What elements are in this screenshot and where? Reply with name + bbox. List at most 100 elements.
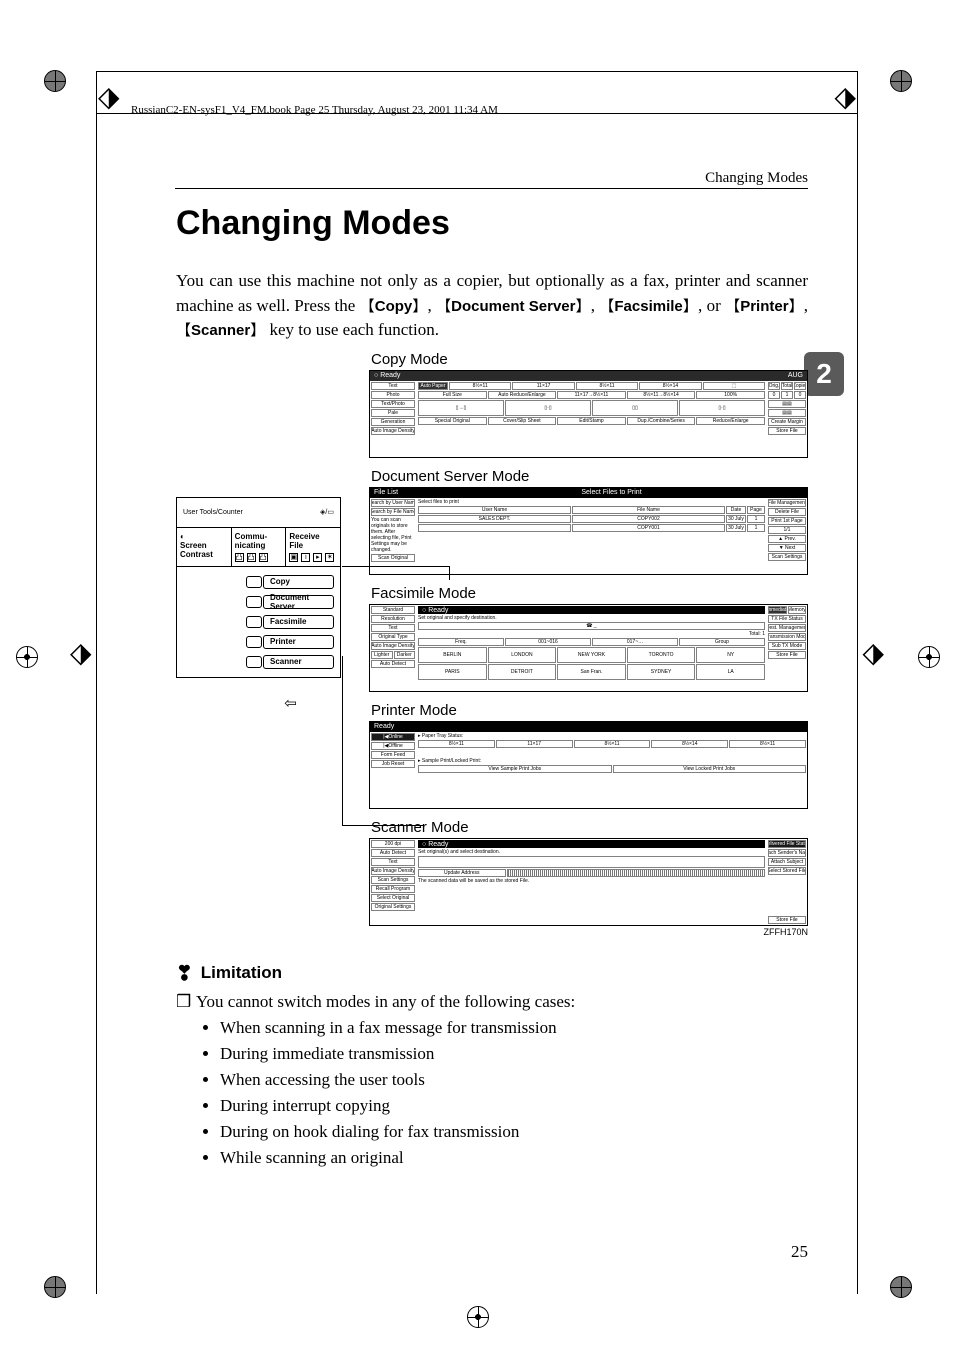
copy-side-3: Pale [371,409,415,417]
copy-side-1: Photo [371,391,415,399]
sc-ready: Ready [428,841,448,848]
control-panel-buttons: Copy Document Server Facsimile Printer S… [177,567,340,677]
copy-th2: ▯·▯ [505,400,591,416]
fax-mode-block: Facsimile Mode Standard Resolution Text … [369,585,808,692]
ch2: Copies [794,382,806,390]
keycap-printer: Printer [725,298,804,315]
arrow-mark-mr: ⬗ [862,640,884,668]
copy-mode-block: Copy Mode ○ ReadyAUG Text Photo Text/Pho… [369,351,808,458]
ds-r13: 1 [747,524,765,532]
fk3: TORONTO [627,647,696,663]
printer-mode-title: Printer Mode [371,702,808,719]
ds-s2: Search by File Name [371,508,415,516]
screen-label-b: Contrast [180,550,213,559]
diamond-key-icon: ◈/▭ [320,508,334,516]
ds-r01: COPY002 [572,515,725,523]
ds-c2: Date [726,506,746,514]
copy-side-5: Auto Image Density [371,427,415,435]
panel-btn-scanner[interactable]: Scanner [263,655,334,669]
cb3: Dup./Combine/Series [627,417,696,425]
copy-tray-3: 8½×14 [639,382,701,390]
keycap-facsimile: Facsimile [599,298,698,315]
screen-contrast-cell: ◐ Screen Contrast [177,528,232,566]
panel-btn-copy[interactable]: Copy [263,575,334,589]
page-title: Changing Modes [176,204,808,243]
bypass-icon: ⬚ [703,382,765,390]
ds-r00: SALES DEPT. [418,515,571,523]
fax-imm: Immediate [768,606,787,614]
screen-label-a: Screen [180,541,207,550]
case-4: During on hook dialing for fax transmiss… [220,1122,808,1142]
prb1: View Locked Print Jobs [613,765,807,773]
fk2: NEW YORK [557,647,626,663]
control-panel-mid: ◐ Screen Contrast Commu- nicating 凸凸凸 Re… [177,528,340,567]
sc0: 200 dpi [371,840,415,848]
fk7: San Fran. [557,664,626,680]
cv0: 0 [768,391,780,399]
fx4: Auto Image Density [371,642,415,650]
case-3: During interrupt copying [220,1096,808,1116]
sc-note: The scanned data will be saved as the st… [418,878,765,884]
printer-mock: Ready |◀ Online |◀ Offline Form Feed Job… [369,721,808,809]
copy-autore: Auto Reduce/Enlarge [488,391,557,399]
sc6: Select Original [371,894,415,902]
dsr-prev: ▲ Prev. [768,535,806,543]
section-tab: 2 [804,352,844,396]
lightbulb-icon: ❣ [176,961,193,986]
ds-r10 [418,524,571,532]
scanner-mode-title: Scanner Mode [371,819,808,836]
panel-arrow-icon: ⇦ [240,694,341,713]
copy-tray-0: 8½×11 [449,382,511,390]
prt1: 11×17 [496,740,573,748]
ds-note: You can scan originals to store them. Af… [371,517,415,553]
ds-r11: COPY001 [572,524,725,532]
prt2: 8½×11 [574,740,651,748]
ds-c3: Page [747,506,765,514]
ds-s3: Scan Original [371,554,415,562]
copy-th4: ▯·▯ [679,400,765,416]
corner-globe-tr [880,60,920,100]
user-tools-counter-label: User Tools/Counter [183,509,243,516]
edge-right [857,71,858,1294]
case-0: When scanning in a fax message for trans… [220,1018,808,1038]
staple-icon: ▤▤ [768,409,806,417]
dsr0: File Management [768,499,806,507]
arrow-mark-ml: ⬗ [70,640,92,668]
doc-server-mock: File ListSelect Files to Print Search by… [369,487,808,575]
copy-ratio: 100% [696,391,765,399]
copy-fullsize: Full Size [418,391,487,399]
sc1: Auto Detect [371,849,415,857]
panel-btn-printer[interactable]: Printer [263,635,334,649]
recv-cell: Receive File ▣i▸✶ [286,528,340,566]
control-panel-column: User Tools/Counter ◈/▭ ◐ Screen Contrast… [176,497,341,713]
intro-b: , or [698,296,725,315]
ds-c1: File Name [572,506,725,514]
limitation-line-text: You cannot switch modes in any of the fo… [196,992,575,1011]
scanner-mode-block: Scanner Mode 200 dpi Auto Detect Text Au… [369,819,808,937]
copy-side-4: Generation [371,418,415,426]
case-1: During immediate transmission [220,1044,808,1064]
fx1: Resolution [371,615,415,623]
dsr2: Print 1st Page [768,517,806,525]
dsr-next: ▼ Next [768,544,806,552]
sc-addr [507,869,766,877]
intro-paragraph: You can use this machine not only as a c… [176,269,808,343]
copy-mode-title: Copy Mode [371,351,808,368]
doc-server-mode-block: Document Server Mode File ListSelect Fil… [369,468,808,575]
fr0: TX File Status [768,615,806,623]
sc-sub: Set original(s) and select destination. [418,849,765,855]
reg-mark-left [6,636,46,676]
sc-main: ○ Ready Set original(s) and select desti… [417,839,766,925]
prt0: 8½×11 [418,740,495,748]
page-number: 25 [791,1242,808,1262]
case-5: While scanning an original [220,1148,808,1168]
fax-mem: Memory [788,606,807,614]
ft1: 001~016 [505,638,591,646]
printer-mode-block: Printer Mode Ready |◀ Online |◀ Offline … [369,702,808,809]
fax-total: Total: 1 [418,631,765,637]
panel-btn-facsimile[interactable]: Facsimile [263,615,334,629]
fx2: Text [371,624,415,632]
panel-btn-doc-server[interactable]: Document Server [263,595,334,609]
fx3: Original Type [371,633,415,641]
pr-l0: Paper Tray Status: [422,733,463,739]
